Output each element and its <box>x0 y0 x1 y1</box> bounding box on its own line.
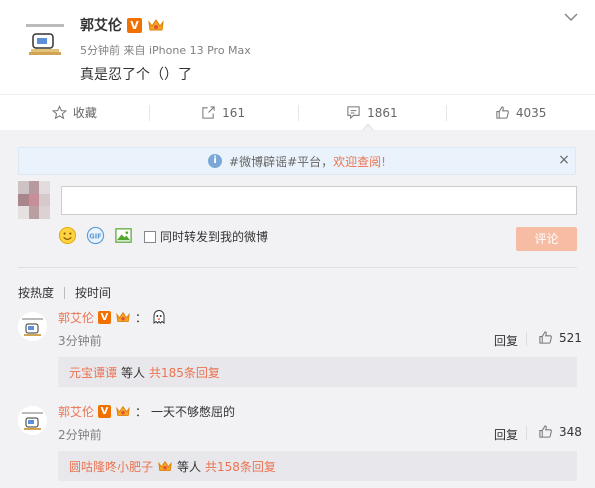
crown-badge-icon <box>116 311 130 322</box>
author-name[interactable]: 郭艾伦 <box>80 15 122 35</box>
comment-time: 3分钟前 <box>58 334 102 348</box>
comment-avatar[interactable] <box>18 312 47 341</box>
repost-label: 同时转发到我的微博 <box>160 230 269 244</box>
sub-reply-author[interactable]: 圆咕隆咚小肥子 <box>69 458 153 475</box>
author-avatar[interactable] <box>20 12 70 62</box>
crown-badge-icon <box>148 19 164 31</box>
comment-like-count: 521 <box>559 330 582 345</box>
sub-reply-others: 等人 <box>177 459 202 474</box>
favorite-label: 收藏 <box>72 106 97 120</box>
rumor-notice: i #微博辟谣#平台， 欢迎查阅! <box>18 147 576 175</box>
notice-text: #微博辟谣#平台， <box>229 154 334 169</box>
repost-toggle[interactable]: 同时转发到我的微博 <box>144 228 268 245</box>
sub-reply-others: 等人 <box>121 365 146 380</box>
comment-like-button[interactable]: 521 <box>538 330 582 345</box>
like-button[interactable]: 4035 <box>446 95 595 130</box>
repost-checkbox[interactable] <box>144 230 156 243</box>
share-icon <box>202 106 215 119</box>
tab-divider <box>64 286 66 299</box>
thumbs-up-icon <box>496 106 509 119</box>
comment-avatar[interactable] <box>18 406 47 435</box>
sub-replies[interactable]: 圆咕隆咚小肥子 等人 共158条回复 <box>58 451 577 481</box>
action-bar: 收藏 161 1861 4035 <box>0 94 595 130</box>
like-count: 4035 <box>515 105 547 120</box>
divider <box>18 267 577 268</box>
composer-tools: GIF <box>58 225 133 245</box>
chevron-down-icon[interactable] <box>564 12 578 22</box>
favorite-button[interactable]: 收藏 <box>0 95 149 130</box>
submit-comment-button[interactable]: 评论 <box>516 227 577 251</box>
post-meta: 5分钟前 来自 iPhone 13 Pro Max <box>80 44 251 57</box>
sub-reply-count[interactable]: 共158条回复 <box>205 458 276 475</box>
sub-replies[interactable]: 元宝谭谭 等人 共185条回复 <box>58 357 577 387</box>
gif-icon[interactable]: GIF <box>86 226 105 245</box>
reply-button[interactable]: 回复 <box>494 332 518 349</box>
comment-text: 一天不够憋屈的 <box>151 404 236 419</box>
star-icon <box>51 105 67 120</box>
comment-time: 2分钟前 <box>58 428 102 442</box>
active-tab-pointer <box>362 124 374 131</box>
sub-reply-count[interactable]: 共185条回复 <box>149 364 220 381</box>
comment-header: 郭艾伦 V ： 一天不够憋屈的 <box>58 402 235 420</box>
crown-badge-icon <box>158 460 172 471</box>
tab-sort-time[interactable]: 按时间 <box>75 284 111 301</box>
comment-author[interactable]: 郭艾伦 <box>58 309 94 326</box>
post-card: 郭艾伦 V 5分钟前 来自 iPhone 13 Pro Max 真是忍了个（）了 <box>0 0 595 94</box>
verified-badge-icon: V <box>98 310 112 324</box>
comment-count: 1861 <box>367 105 398 120</box>
image-icon[interactable] <box>114 226 133 245</box>
post-text: 真是忍了个（）了 <box>80 67 192 83</box>
sort-tabs: 按热度 按时间 <box>18 284 111 301</box>
comment-header: 郭艾伦 V ： <box>58 308 167 326</box>
divider <box>526 426 527 440</box>
sub-reply-author[interactable]: 元宝谭谭 <box>69 364 117 381</box>
repost-count: 161 <box>222 105 246 120</box>
crown-badge-icon <box>116 405 130 416</box>
emoji-icon[interactable] <box>58 226 77 245</box>
verified-badge-icon: V <box>127 17 142 33</box>
info-icon: i <box>208 154 223 168</box>
ghost-emoji-icon <box>153 309 165 324</box>
comment-like-count: 348 <box>559 424 582 439</box>
my-avatar[interactable] <box>18 181 50 219</box>
divider <box>526 332 527 346</box>
comment-like-button[interactable]: 348 <box>538 424 582 439</box>
tab-sort-hot[interactable]: 按热度 <box>18 284 54 301</box>
comment-input[interactable] <box>61 186 577 215</box>
close-icon[interactable]: × <box>558 153 570 167</box>
reply-button[interactable]: 回复 <box>494 426 518 443</box>
comment-separator: ： <box>135 310 148 325</box>
repost-button[interactable]: 161 <box>148 95 298 130</box>
thumbs-up-icon <box>539 331 552 344</box>
notice-link[interactable]: 欢迎查阅! <box>333 153 386 170</box>
thumbs-up-icon <box>539 425 552 438</box>
comment-icon <box>347 106 360 120</box>
author-row: 郭艾伦 V <box>80 16 165 34</box>
comment-separator: ： <box>135 404 148 419</box>
svg-text:GIF: GIF <box>89 232 101 240</box>
comment-author[interactable]: 郭艾伦 <box>58 403 94 420</box>
verified-badge-icon: V <box>98 404 112 418</box>
